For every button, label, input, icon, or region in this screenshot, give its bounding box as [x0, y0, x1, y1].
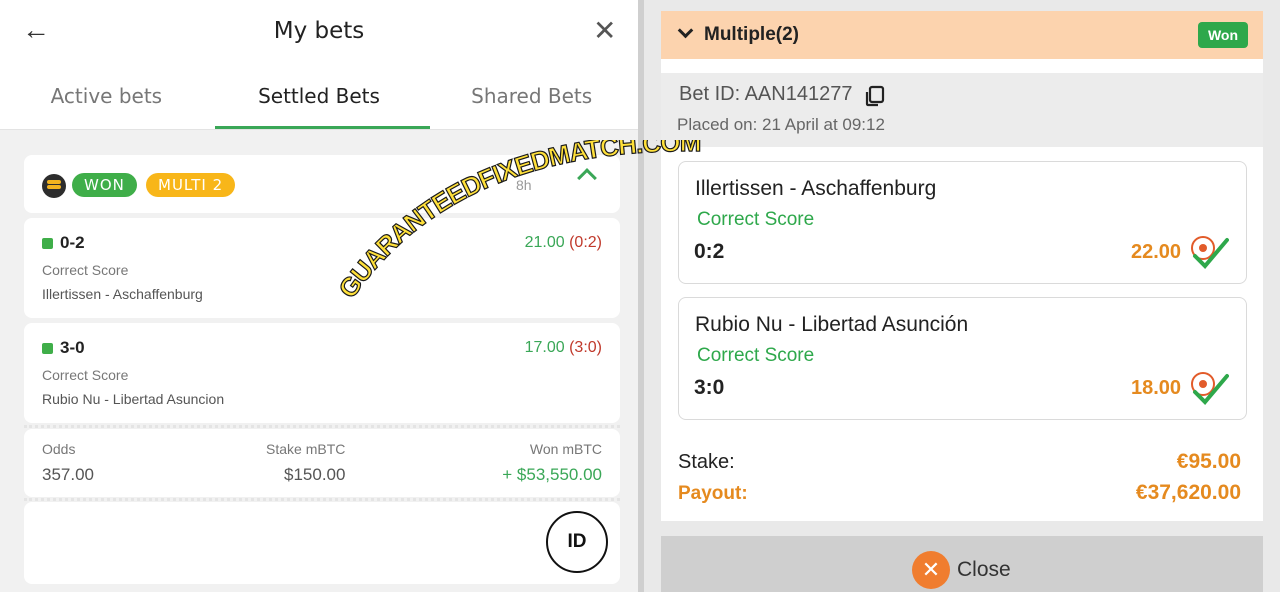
selection-event: Illertissen - Aschaffenburg: [42, 286, 203, 302]
bet-actions: ID: [24, 498, 620, 584]
payout-value: €37,620.00: [1135, 481, 1241, 504]
odds-value: 17.00: [524, 339, 565, 356]
won-label: Won mBTC: [529, 441, 602, 457]
selection-odds: 21.00 (0:2): [525, 234, 602, 252]
selection-detail: Rubio Nu - Libertad Asunción Correct Sco…: [678, 297, 1247, 420]
my-bets-header: ← My bets ✕ Active bets Settled Bets Sha…: [0, 0, 638, 130]
stake-label: Stake:: [678, 451, 735, 473]
selection-market: Correct Score: [697, 345, 815, 366]
chevron-down-icon[interactable]: [677, 22, 694, 39]
close-icon[interactable]: ✕: [593, 14, 616, 47]
tab-shared-bets[interactable]: Shared Bets: [425, 80, 638, 130]
odds-label: Odds: [42, 441, 76, 457]
selection-event: Illertissen - Aschaffenburg: [695, 177, 937, 200]
selection-event: Rubio Nu - Libertad Asunción: [695, 313, 969, 336]
stake-value: $150.00: [284, 465, 346, 484]
selection-odds: 22.00: [1131, 241, 1182, 263]
stake-value: €95.00: [1176, 450, 1241, 473]
bet-detail-panel: Multiple(2) Won Bet ID: AAN141277 Placed…: [644, 0, 1280, 592]
ball-check-icon: [1191, 236, 1229, 269]
bet-card-header[interactable]: WON MULTI 2 8h: [24, 155, 620, 213]
my-bets-panel: ← My bets ✕ Active bets Settled Bets Sha…: [0, 0, 638, 592]
bet-id: Bet ID: AAN141277: [679, 83, 853, 105]
ball-check-icon: [1191, 372, 1229, 405]
active-tab-indicator: [215, 126, 430, 129]
copy-icon[interactable]: [864, 85, 886, 107]
selection-score: 0:2: [694, 240, 725, 263]
selection-market: Correct Score: [42, 367, 129, 383]
placed-on: Placed on: 21 April at 09:12: [677, 115, 885, 134]
tab-settled-bets[interactable]: Settled Bets: [213, 80, 426, 130]
multiple-header[interactable]: Multiple(2) Won: [661, 11, 1263, 59]
selection-market: Correct Score: [42, 262, 129, 278]
id-button[interactable]: ID: [546, 511, 608, 573]
selection-market: Correct Score: [697, 209, 815, 230]
payout-label: Payout:: [678, 483, 748, 504]
result-value: (0:2): [569, 234, 602, 251]
won-badge: WON: [72, 173, 137, 197]
won-value: + $53,550.00: [502, 465, 602, 484]
chevron-up-icon[interactable]: [577, 168, 597, 188]
dotted-divider: [24, 425, 620, 428]
odds-value: 21.00: [524, 234, 565, 251]
odds-total: 357.00: [42, 465, 94, 484]
dotted-divider: [24, 498, 620, 501]
stake-label: Stake mBTC: [266, 441, 346, 457]
coin-stack-icon: [42, 174, 66, 198]
selection-score: 3-0: [60, 338, 85, 357]
bets-tabs: Active bets Settled Bets Shared Bets: [0, 80, 638, 130]
tab-active-bets[interactable]: Active bets: [0, 80, 213, 130]
close-circle-icon: ✕: [912, 551, 950, 589]
bet-age: 8h: [516, 177, 532, 193]
bet-detail-card: Multiple(2) Won Bet ID: AAN141277 Placed…: [661, 11, 1263, 521]
selection-score: 0-2: [60, 233, 85, 252]
selection-event: Rubio Nu - Libertad Asuncion: [42, 391, 225, 407]
selection-card: 0-2 21.00 (0:2) Correct Score Illertisse…: [24, 218, 620, 318]
multiple-title: Multiple(2): [704, 24, 799, 45]
result-value: (3:0): [569, 339, 602, 356]
close-label: Close: [957, 558, 1011, 581]
page-title: My bets: [273, 18, 365, 44]
selection-score: 3:0: [694, 376, 725, 399]
selection-odds: 17.00 (3:0): [525, 339, 602, 357]
win-indicator-icon: [42, 238, 53, 249]
selection-card: 3-0 17.00 (3:0) Correct Score Rubio Nu -…: [24, 323, 620, 423]
status-badge: Won: [1198, 22, 1248, 48]
selection-odds: 18.00: [1131, 377, 1182, 399]
bet-info: Bet ID: AAN141277 Placed on: 21 April at…: [661, 73, 1263, 147]
selection-detail: Illertissen - Aschaffenburg Correct Scor…: [678, 161, 1247, 284]
close-button[interactable]: ✕ Close: [661, 536, 1263, 592]
win-indicator-icon: [42, 343, 53, 354]
bet-summary: Odds 357.00 Stake mBTC $150.00 Won mBTC …: [24, 425, 620, 497]
multi-badge: MULTI 2: [146, 173, 236, 197]
